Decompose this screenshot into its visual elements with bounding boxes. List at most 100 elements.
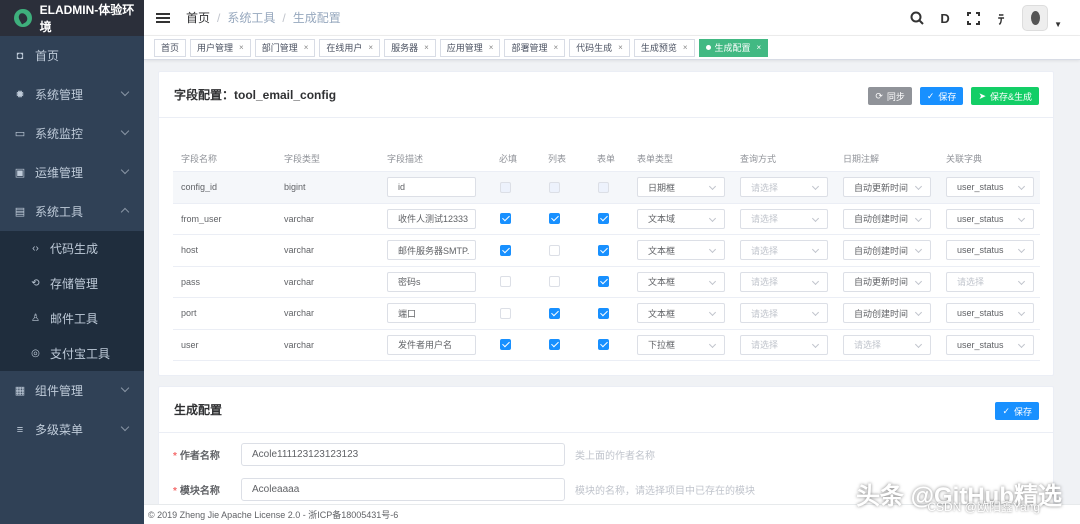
required-checkbox[interactable] — [500, 244, 511, 256]
close-icon[interactable]: × — [424, 43, 429, 52]
form-checkbox[interactable] — [598, 307, 609, 319]
sidebar-item-alipay[interactable]: ◎ 支付宝工具 — [0, 336, 144, 371]
form-checkbox[interactable] — [598, 244, 609, 256]
form-type-select[interactable]: 下拉框 — [637, 334, 725, 355]
desc-input[interactable]: 发件者用户名 — [387, 334, 476, 355]
close-icon[interactable]: × — [553, 43, 558, 52]
tag-home[interactable]: 首页 — [154, 38, 187, 57]
query-select[interactable]: 请选择 — [740, 240, 828, 261]
required-checkbox[interactable] — [500, 181, 511, 193]
tag-preview[interactable]: 生成预览 × — [633, 38, 695, 57]
sidebar-item-monitor[interactable]: ▭ 系统监控 — [0, 114, 144, 153]
hamburger-icon[interactable] — [156, 11, 170, 25]
sidebar-item-ops[interactable]: ▣ 运维管理 — [0, 153, 144, 192]
tag-user[interactable]: 用户管理 × — [190, 38, 251, 57]
table-row: from_user varchar 收件人测试12333 文本域 请选择 自动创建时间 us… — [173, 204, 1040, 235]
list-checkbox[interactable] — [549, 307, 560, 319]
form-checkbox[interactable] — [598, 181, 609, 193]
close-icon[interactable]: × — [304, 43, 309, 52]
date-annotation-select[interactable]: 自动更新时间 — [843, 271, 931, 292]
save-config-button[interactable]: ✓ 保存 — [995, 402, 1039, 420]
form-type-select[interactable]: 文本框 — [637, 271, 725, 292]
required-checkbox[interactable] — [500, 307, 511, 319]
caret-down-icon[interactable]: ▼ — [1054, 20, 1062, 29]
doc-icon[interactable]: D — [936, 9, 954, 27]
table-row: config_id bigint id 日期框 请选择 自动更新时间 user_status — [173, 172, 1040, 204]
close-icon[interactable]: × — [489, 43, 494, 52]
form-type-select[interactable]: 日期框 — [637, 177, 725, 198]
save-generate-button[interactable]: ➤ 保存&生成 — [971, 87, 1039, 105]
form-type-select[interactable]: 文本域 — [637, 208, 725, 229]
query-select[interactable]: 请选择 — [740, 334, 828, 355]
query-select[interactable]: 请选择 — [740, 303, 828, 324]
module-input[interactable]: Acoleaaaa — [241, 478, 565, 501]
author-input[interactable]: Acole111123123123123 — [241, 443, 565, 466]
tag-server[interactable]: 服务器 × — [384, 38, 436, 57]
chevron-down-icon — [120, 165, 130, 175]
close-icon[interactable]: × — [757, 43, 762, 52]
save-button[interactable]: ✓ 保存 — [919, 87, 964, 105]
sidebar-item-multimenu[interactable]: ≡ 多级菜单 — [0, 410, 144, 449]
required-checkbox[interactable] — [500, 339, 511, 351]
desc-input[interactable]: id — [387, 177, 476, 198]
logo[interactable]: ELADMIN-体验环境 — [0, 0, 144, 36]
sidebar-item-home[interactable]: ◘ 首页 — [0, 36, 144, 75]
list-checkbox[interactable] — [549, 244, 560, 256]
desc-input[interactable]: 密码s — [387, 271, 476, 292]
desc-input[interactable]: 端口 — [387, 303, 476, 324]
button-label: 保存&生成 — [989, 91, 1032, 102]
sidebar-item-codegen[interactable]: ‹› 代码生成 — [0, 231, 144, 266]
sidebar-item-system[interactable]: ✹ 系统管理 — [0, 75, 144, 114]
desc-input[interactable]: 邮件服务器SMTP. — [387, 240, 476, 261]
dict-select[interactable]: user_status — [946, 208, 1034, 229]
dict-select[interactable]: user_status — [946, 240, 1034, 261]
fullscreen-icon[interactable] — [964, 9, 982, 27]
tag-deploy[interactable]: 部署管理 × — [504, 38, 566, 57]
form-checkbox[interactable] — [598, 339, 609, 351]
sync-button[interactable]: ⟳ 同步 — [868, 87, 912, 105]
breadcrumb-item[interactable]: 首页 — [186, 9, 210, 26]
font-size-icon[interactable]: ﾃ — [992, 9, 1010, 27]
date-annotation-select[interactable]: 自动创建时间 — [843, 303, 931, 324]
list-checkbox[interactable] — [549, 213, 560, 225]
close-icon[interactable]: × — [683, 43, 688, 52]
sidebar-item-tools[interactable]: ▤ 系统工具 — [0, 192, 144, 231]
list-checkbox[interactable] — [549, 276, 560, 288]
required-checkbox[interactable] — [500, 276, 511, 288]
search-icon[interactable] — [908, 9, 926, 27]
tag-genconfig[interactable]: 生成配置 × — [698, 38, 769, 57]
query-select[interactable]: 请选择 — [740, 208, 828, 229]
tag-codegen[interactable]: 代码生成 × — [569, 38, 630, 57]
form-type-select[interactable]: 文本框 — [637, 240, 725, 261]
dict-select[interactable]: user_status — [946, 334, 1034, 355]
date-annotation-select[interactable]: 自动更新时间 — [843, 177, 931, 198]
form-checkbox[interactable] — [598, 276, 609, 288]
close-icon[interactable]: × — [368, 43, 373, 52]
close-icon[interactable]: × — [618, 43, 623, 52]
list-checkbox[interactable] — [549, 339, 560, 351]
tag-online[interactable]: 在线用户 × — [319, 38, 381, 57]
sidebar-item-mail[interactable]: ♙ 邮件工具 — [0, 301, 144, 336]
dict-select[interactable]: user_status — [946, 177, 1034, 198]
date-annotation-select[interactable]: 请选择 — [843, 334, 931, 355]
field-type: bigint — [284, 182, 306, 193]
close-icon[interactable]: × — [239, 43, 244, 52]
query-select[interactable]: 请选择 — [740, 271, 828, 292]
form-type-cell: 文本域 — [629, 208, 732, 229]
dict-select[interactable]: 请选择 — [946, 271, 1034, 292]
sidebar-item-components[interactable]: ▦ 组件管理 — [0, 371, 144, 410]
list-checkbox[interactable] — [549, 181, 560, 193]
sidebar-item-storage[interactable]: ⟲ 存储管理 — [0, 266, 144, 301]
required-checkbox[interactable] — [500, 213, 511, 225]
form-checkbox[interactable] — [598, 213, 609, 225]
date-annotation-select[interactable]: 自动创建时间 — [843, 240, 931, 261]
query-select[interactable]: 请选择 — [740, 177, 828, 198]
form-type-select[interactable]: 文本框 — [637, 303, 725, 324]
tag-dept[interactable]: 部门管理 × — [254, 38, 316, 57]
field-name: user — [181, 339, 199, 350]
desc-input[interactable]: 收件人测试12333 — [387, 208, 476, 229]
date-annotation-select[interactable]: 自动创建时间 — [843, 208, 931, 229]
dict-select[interactable]: user_status — [946, 303, 1034, 324]
avatar[interactable] — [1022, 5, 1049, 31]
tag-app[interactable]: 应用管理 × — [439, 38, 501, 57]
